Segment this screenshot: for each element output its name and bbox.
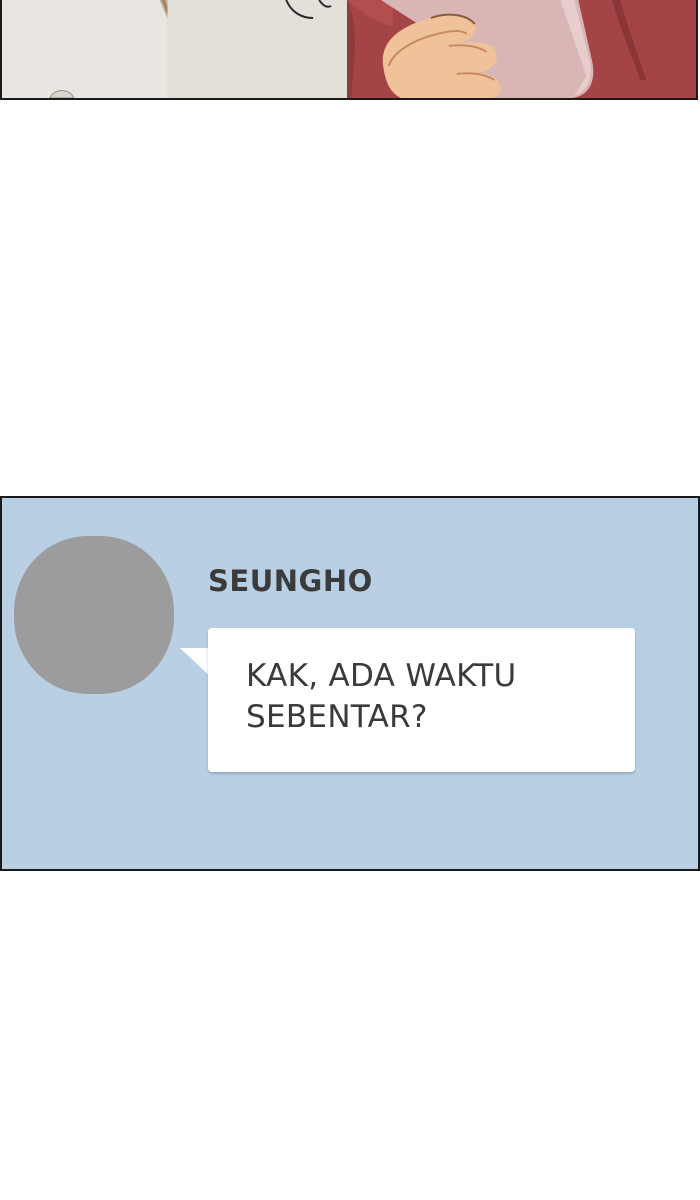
sender-name: SEUNGHO [208, 564, 373, 598]
message-bubble: KAK, ADA WAKTU SEBENTAR? [208, 628, 635, 772]
message-line: SEBENTAR? [246, 699, 428, 735]
chat-panel: SEUNGHO KAK, ADA WAKTU SEBENTAR? [0, 496, 700, 871]
message-line: KAK, ADA WAKTU [246, 658, 517, 694]
hand-holding-phone-illustration [2, 0, 696, 98]
avatar [14, 536, 174, 694]
comic-panel-top [0, 0, 698, 100]
